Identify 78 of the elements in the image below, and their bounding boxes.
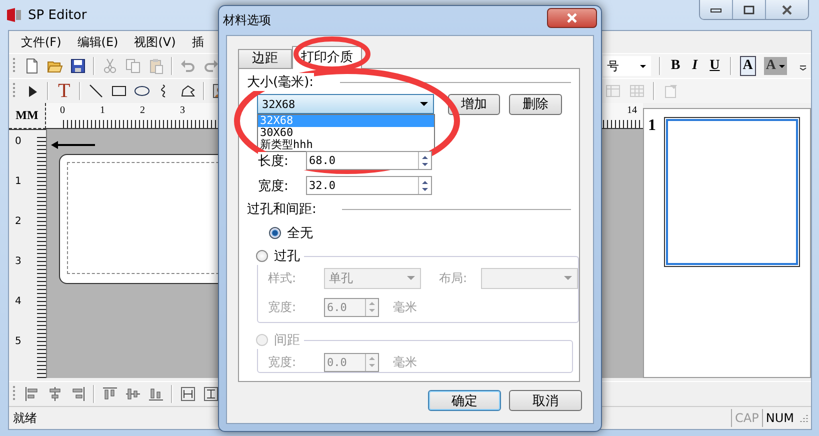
ruler-number: 4	[15, 296, 22, 307]
ruler-number: 0	[60, 105, 65, 116]
spin-field[interactable]: 32.0	[306, 176, 432, 195]
resize-grip-icon[interactable]	[799, 413, 809, 423]
ruler-number: 14	[627, 105, 637, 116]
menu-item[interactable]: 视图(V)	[126, 34, 184, 50]
line-icon[interactable]	[88, 83, 104, 99]
dialog-button[interactable]: 删除	[509, 94, 562, 114]
unit-label: 毫米	[393, 354, 417, 370]
ellipse-icon[interactable]	[134, 83, 150, 99]
ruler-number: 2	[140, 105, 145, 116]
align-left-icon[interactable]	[24, 386, 40, 402]
same-width-icon[interactable]	[180, 386, 196, 402]
menu-item[interactable]: 编辑(E)	[69, 34, 126, 50]
dropdown-option[interactable]: 30X60	[258, 127, 434, 139]
dropdown-option[interactable]: 新类型hhh	[258, 139, 434, 151]
bold-button[interactable]: B	[668, 57, 682, 75]
ruler-number: 2	[15, 216, 22, 227]
section-heading: 大小(毫米):	[247, 73, 314, 91]
minimize-button[interactable]	[700, 0, 733, 19]
underline-button[interactable]: U	[708, 57, 722, 75]
close-button[interactable]	[766, 0, 808, 19]
size-combo[interactable]: 32X68	[257, 94, 434, 114]
radio-label: 过孔	[274, 248, 300, 265]
font-color-button[interactable]: A	[740, 56, 756, 76]
status-text: 就绪	[13, 410, 38, 426]
radio-label: 全无	[287, 225, 313, 242]
ruler-number: 3	[15, 256, 22, 267]
ruler-number: 0	[15, 136, 22, 147]
radio-button[interactable]	[256, 250, 268, 262]
dialog-button[interactable]: 取消	[509, 390, 582, 411]
dropdown-arrow-icon	[420, 100, 428, 108]
align-right-icon[interactable]	[70, 386, 86, 402]
dialog-button[interactable]: 确定	[428, 390, 501, 411]
minimize-icon	[710, 6, 722, 14]
rectangle-icon[interactable]	[111, 83, 128, 99]
section-heading: 过孔和间距:	[247, 200, 316, 218]
dropdown-arrow-icon	[564, 274, 572, 282]
dropdown-arrow-icon	[638, 62, 647, 70]
align-middle-icon[interactable]	[125, 386, 141, 402]
polygon-icon[interactable]	[180, 83, 196, 99]
italic-button[interactable]: I	[690, 57, 700, 75]
page-thumbnail[interactable]	[666, 119, 798, 265]
menu-item[interactable]: 插	[184, 34, 212, 50]
ruler-number: 1	[100, 105, 105, 116]
tab[interactable]: 边距	[238, 49, 292, 68]
dialog-title: 材料选项	[223, 12, 271, 28]
maximize-icon	[743, 4, 755, 14]
same-height-icon[interactable]	[203, 386, 219, 402]
align-center-icon[interactable]	[47, 386, 63, 402]
status-indicator: CAP	[731, 409, 762, 427]
unit-label: 毫米	[393, 298, 417, 316]
align-bottom-icon[interactable]	[148, 386, 164, 402]
caret-icon	[779, 63, 785, 69]
spin-field[interactable]: 68.0	[306, 151, 432, 170]
radio-button[interactable]	[269, 227, 281, 239]
maximize-button[interactable]	[733, 0, 766, 19]
window-title: SP Editor	[28, 8, 87, 22]
app-logo-icon	[6, 7, 22, 23]
font-size-combo[interactable]: 号	[602, 56, 651, 76]
close-icon	[566, 13, 578, 23]
radio-label: 间距	[274, 332, 300, 349]
dialog-button[interactable]: 增加	[448, 94, 500, 114]
status-indicator: NUM	[762, 409, 797, 427]
close-button[interactable]	[547, 8, 597, 28]
text-tool-button[interactable]: T	[56, 82, 72, 100]
arrow-icon	[51, 141, 95, 149]
ruler-number: 1	[15, 176, 22, 187]
highlight-button[interactable]: A	[764, 57, 787, 75]
dropdown-arrow-icon	[407, 274, 415, 282]
close-icon	[781, 4, 793, 14]
field-label: 长度:	[258, 152, 306, 170]
align-top-icon[interactable]	[102, 386, 118, 402]
ruler-number: 3	[180, 105, 185, 116]
page-number: 1	[648, 117, 656, 136]
menu-item[interactable]: 文件(F)	[13, 34, 70, 50]
ruler-number: 5	[15, 336, 22, 347]
new-file-icon[interactable]	[24, 58, 40, 74]
